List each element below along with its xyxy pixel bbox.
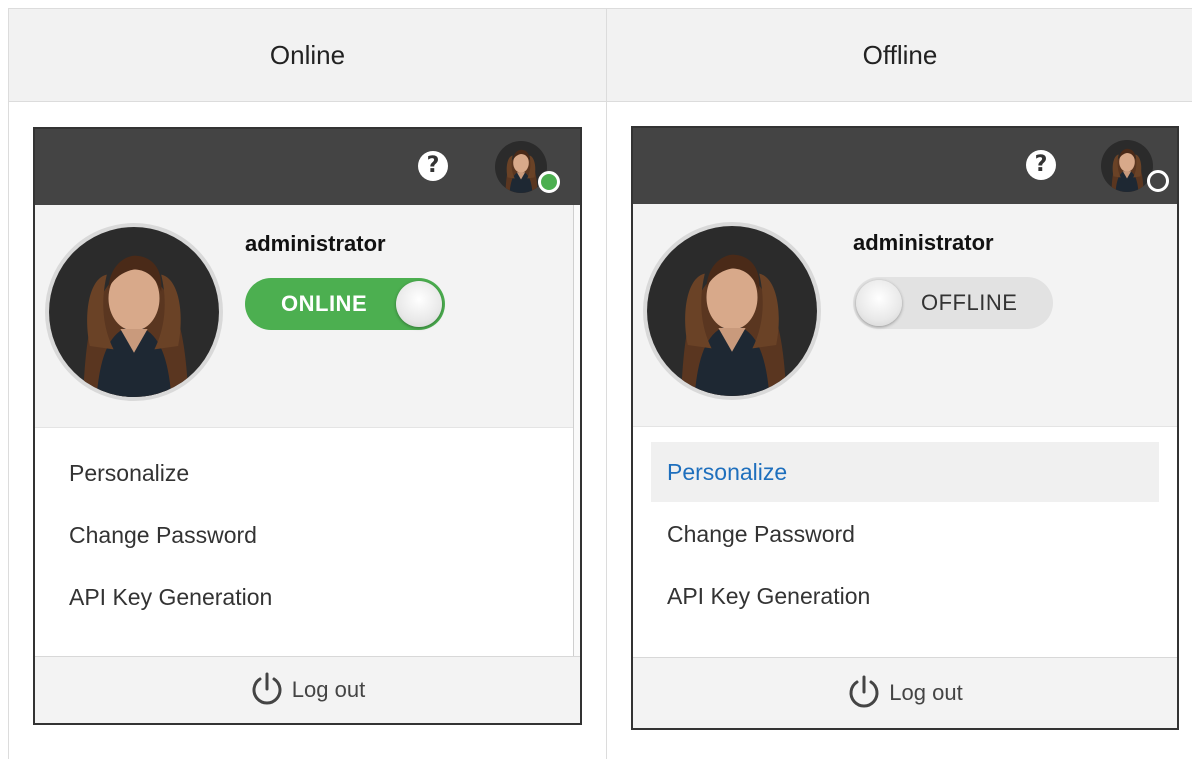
avatar [643,222,821,400]
status-offline-dot-icon [1147,170,1169,192]
username: administrator [853,230,994,255]
menu-item-api-key-generation[interactable]: API Key Generation [651,566,1159,626]
menu-item-change-password[interactable]: Change Password [53,505,562,565]
status-toggle-label: ONLINE [281,291,368,316]
status-toggle[interactable]: ONLINE [245,278,445,330]
toggle-knob [856,280,902,326]
profile-section: administrator OFFLINE [633,204,1177,427]
logout-button[interactable]: Log out [633,657,1177,728]
status-toggle[interactable]: OFFLINE [853,277,1053,329]
menu-item-change-password[interactable]: Change Password [651,504,1159,564]
power-icon [252,672,282,705]
avatar [45,223,223,401]
column-header-online: Online [9,9,607,102]
username: administrator [245,231,386,256]
user-menu-panel-offline: ? administrator OFFLINE Personalize Chan… [631,126,1179,730]
status-toggle-label: OFFLINE [921,290,1018,315]
column-header-offline: Offline [607,9,1192,102]
help-icon[interactable]: ? [1026,150,1056,180]
logout-label: Log out [291,677,366,702]
user-menu-panel-online: ? administrator ONLINE Personalize Chang… [33,127,582,725]
help-icon[interactable]: ? [418,151,448,181]
status-online-dot-icon [538,171,560,193]
top-bar: ? [633,128,1177,204]
menu-item-api-key-generation[interactable]: API Key Generation [53,567,562,627]
logout-button[interactable]: Log out [35,656,580,723]
menu-item-personalize[interactable]: Personalize [651,442,1159,502]
top-bar: ? [35,129,580,205]
logout-label: Log out [889,680,963,705]
profile-section: administrator ONLINE [35,205,580,428]
avatar-button[interactable] [1101,140,1153,192]
toggle-knob [396,281,442,327]
column-divider [606,101,607,759]
menu-item-personalize[interactable]: Personalize [53,443,562,503]
scrollbar[interactable] [573,205,580,723]
power-icon [849,675,879,708]
